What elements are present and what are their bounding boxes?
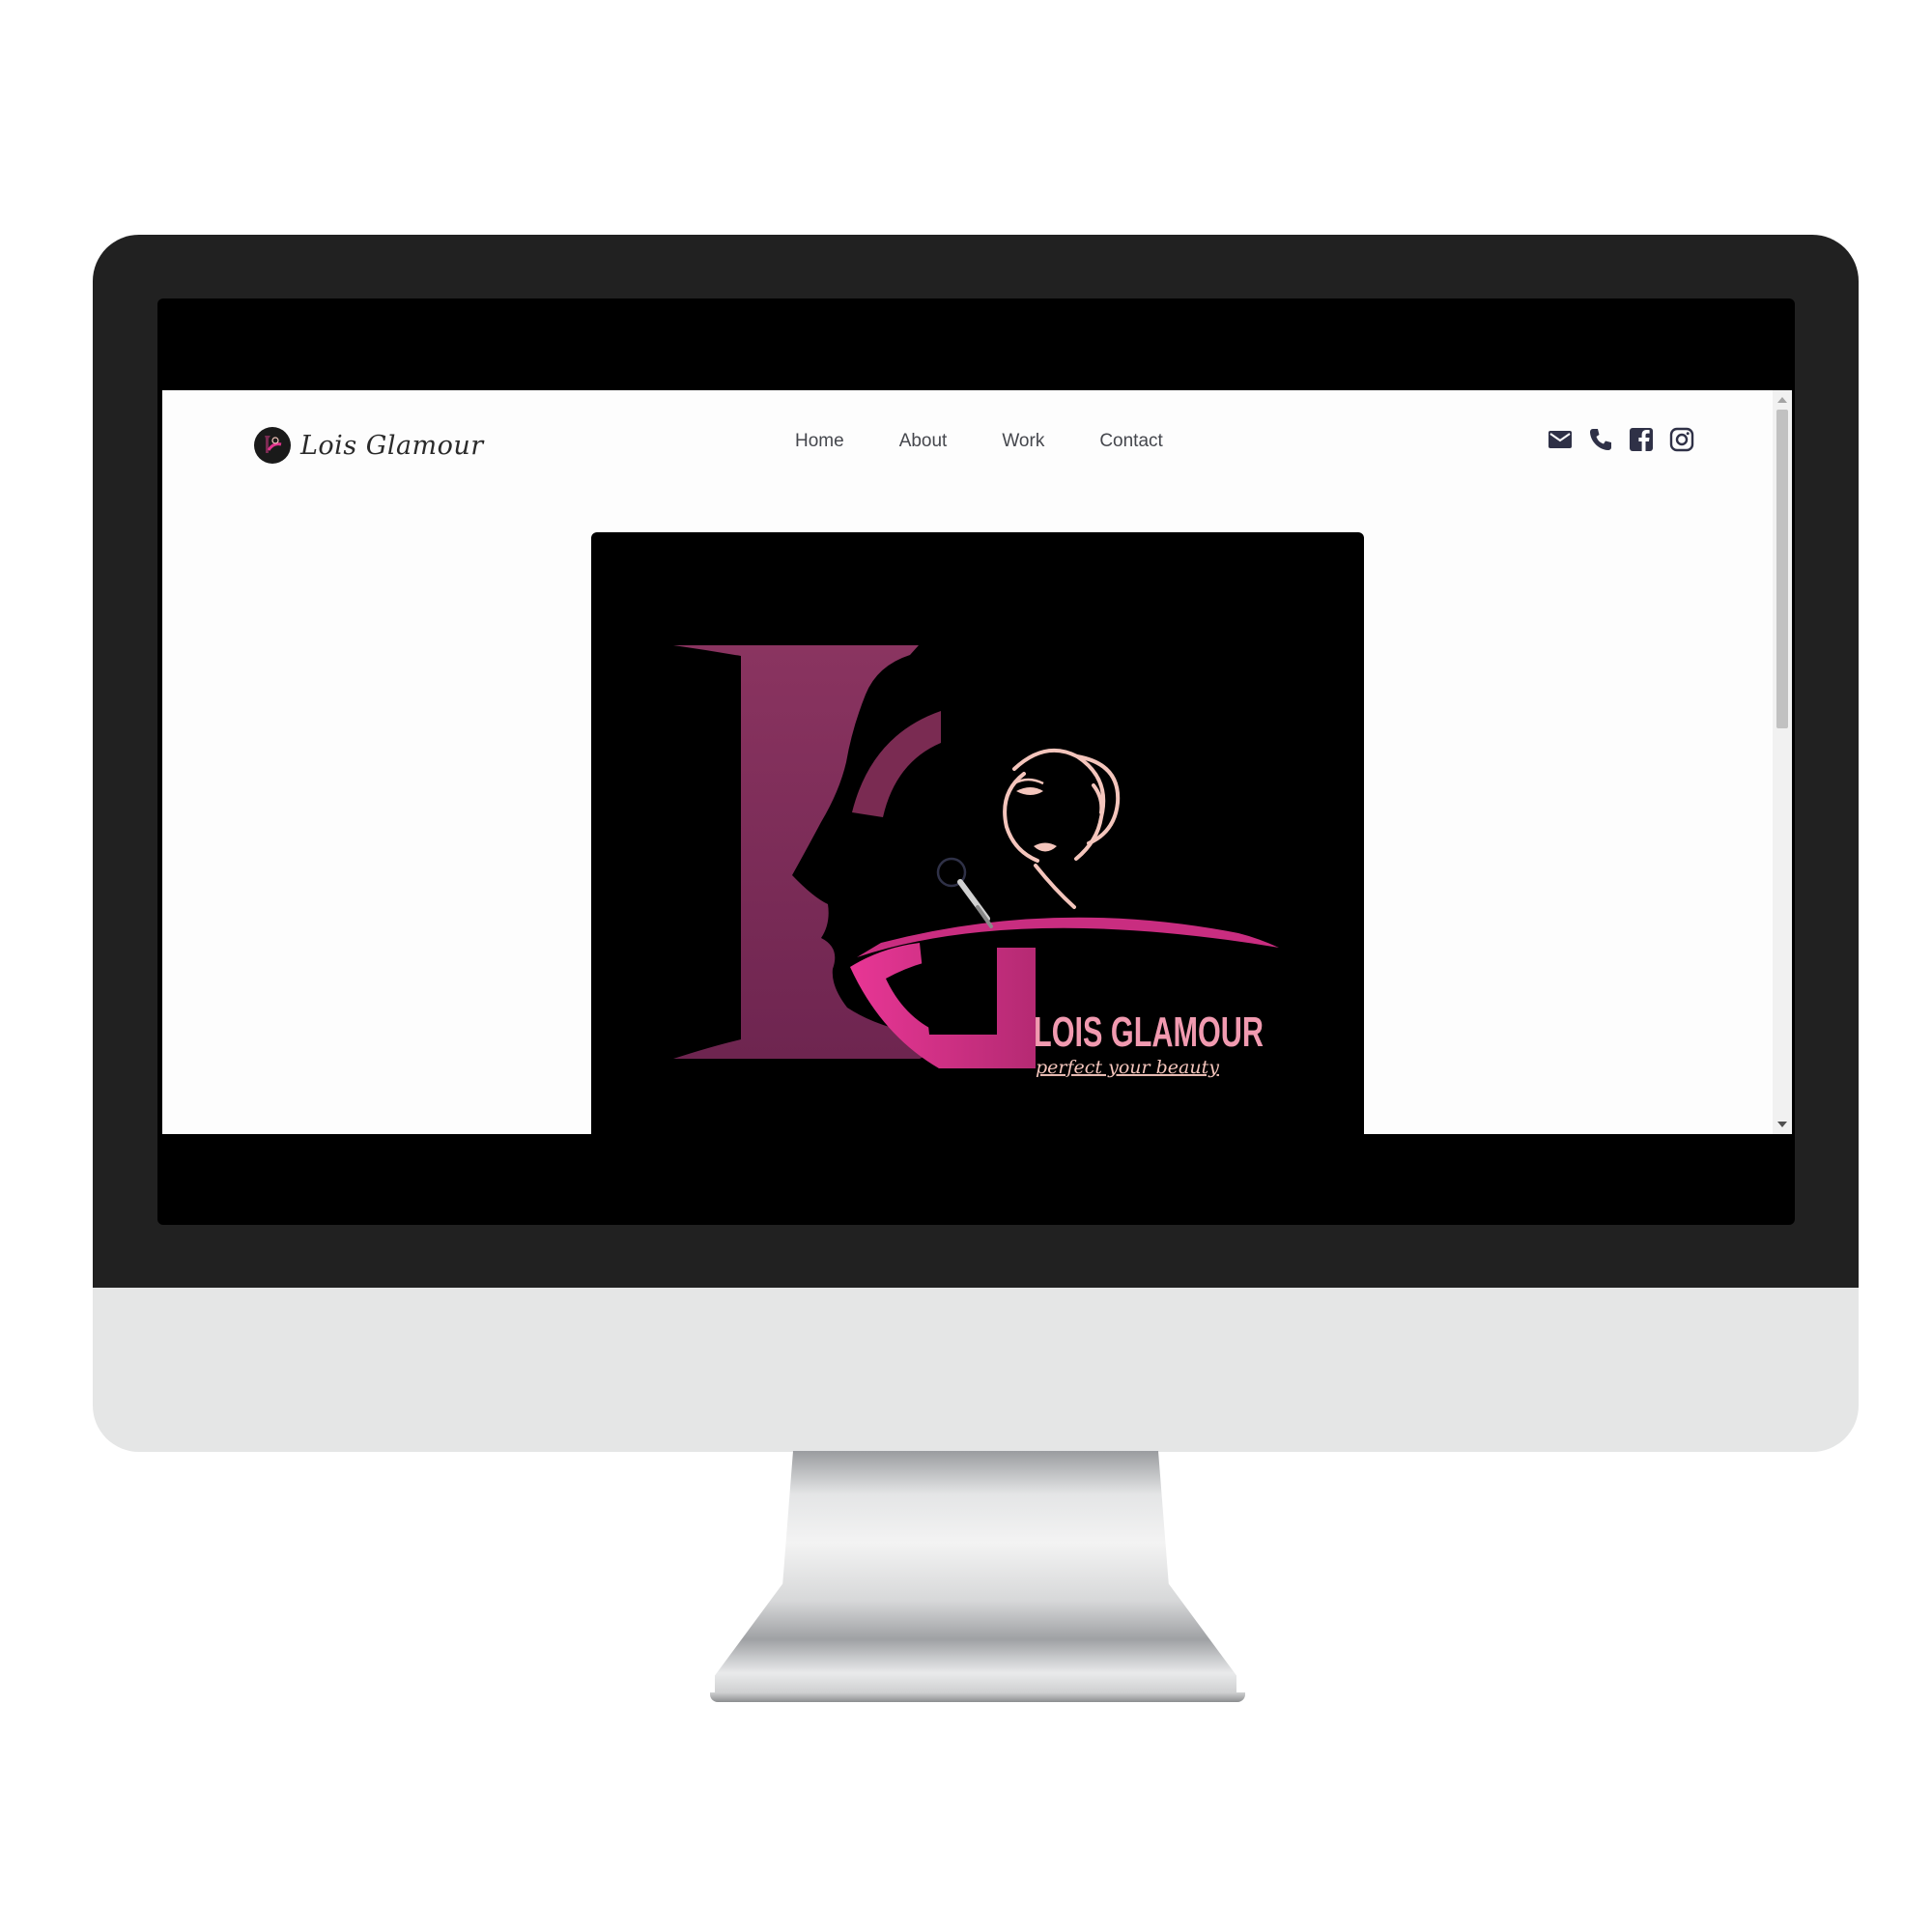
scroll-up-arrow-icon[interactable]	[1777, 397, 1787, 403]
logo-title: LOIS GLAMOUR	[1034, 1009, 1264, 1056]
browser-viewport: Lois Glamour Home About Work Contact LOI…	[162, 390, 1792, 1134]
monitor-chin	[93, 1288, 1859, 1452]
main-menu: Home About Work Contact	[795, 431, 1163, 452]
brand-name: Lois Glamour	[300, 430, 484, 461]
vertical-scrollbar[interactable]	[1773, 390, 1792, 1134]
logo-tagline: perfect your beauty	[1036, 1057, 1219, 1078]
phone-icon[interactable]	[1588, 427, 1613, 452]
nav-work[interactable]: Work	[1002, 431, 1044, 452]
social-links	[1548, 427, 1694, 452]
brand-link[interactable]: Lois Glamour	[254, 426, 484, 465]
facebook-icon[interactable]	[1629, 427, 1654, 452]
nav-about[interactable]: About	[899, 431, 948, 452]
nav-home[interactable]: Home	[795, 431, 844, 452]
hero-logo-banner: LOIS GLAMOUR perfect your beauty	[591, 532, 1364, 1134]
monitor-stand-foot	[710, 1692, 1245, 1702]
nav-contact[interactable]: Contact	[1099, 431, 1162, 452]
brand-logo-icon	[254, 427, 291, 464]
monitor-screen: Lois Glamour Home About Work Contact LOI…	[157, 298, 1795, 1225]
monitor-stand	[715, 1451, 1236, 1692]
scroll-thumb[interactable]	[1776, 410, 1788, 728]
instagram-icon[interactable]	[1669, 427, 1694, 452]
site-header: Lois Glamour Home About Work Contact	[162, 390, 1771, 497]
mail-icon[interactable]	[1548, 427, 1573, 452]
lois-glamour-logo-image: LOIS GLAMOUR perfect your beauty	[673, 645, 1279, 1078]
scroll-down-arrow-icon[interactable]	[1777, 1122, 1787, 1127]
